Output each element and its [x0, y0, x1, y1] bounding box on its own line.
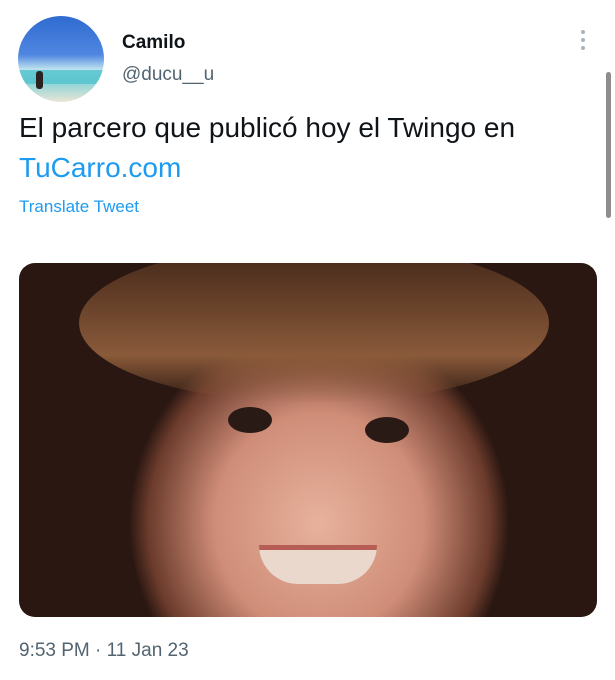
display-name[interactable]: Camilo [122, 32, 185, 54]
scrollbar[interactable] [606, 72, 611, 218]
tweet-timestamp[interactable]: 9:53 PM · 11 Jan 23 [19, 640, 189, 662]
tweet-text: El parcero que publicó hoy el Twingo en … [19, 108, 589, 188]
more-icon[interactable] [574, 30, 592, 56]
tweet-link[interactable]: TuCarro.com [19, 152, 181, 183]
user-handle[interactable]: @ducu__u [122, 64, 214, 86]
tweet-photo[interactable] [19, 263, 597, 617]
avatar[interactable] [18, 16, 104, 102]
tweet-body: El parcero que publicó hoy el Twingo en [19, 112, 516, 143]
translate-tweet-link[interactable]: Translate Tweet [19, 197, 139, 217]
